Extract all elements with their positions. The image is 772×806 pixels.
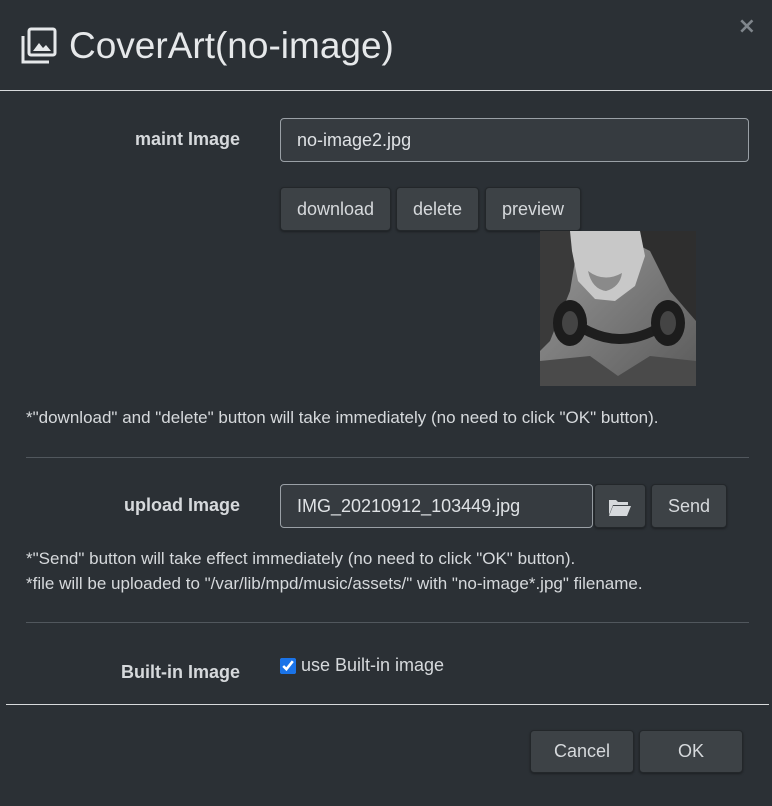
cover-preview-image <box>540 231 696 386</box>
maint-image-label: maint Image <box>134 129 240 149</box>
builtin-image-checkbox-label[interactable]: use Built-in image <box>301 655 444 676</box>
builtin-image-checkbox[interactable] <box>280 657 296 674</box>
builtin-image-label: Built-in Image <box>120 662 240 682</box>
upload-image-input[interactable] <box>280 484 593 528</box>
download-button[interactable]: download <box>280 187 391 231</box>
builtin-image-option[interactable]: use Built-in image <box>280 655 444 676</box>
dialog-header: CoverArt(no-image) × <box>0 0 772 91</box>
upload-note-path: *file will be uploaded to "/var/lib/mpd/… <box>26 574 643 593</box>
upload-image-label: upload Image <box>123 495 240 515</box>
footer-divider <box>6 704 769 705</box>
section-divider <box>26 457 749 458</box>
image-gallery-icon <box>21 27 57 64</box>
upload-note-send: *"Send" button will take effect immediat… <box>26 549 576 568</box>
delete-button[interactable]: delete <box>396 187 479 231</box>
ok-button[interactable]: OK <box>639 730 743 773</box>
preview-button[interactable]: preview <box>485 187 581 231</box>
close-button[interactable]: × <box>738 16 756 38</box>
dialog-title: CoverArt(no-image) <box>69 25 394 66</box>
folder-open-icon <box>609 499 631 516</box>
send-button[interactable]: Send <box>651 484 727 528</box>
maint-image-input[interactable] <box>280 118 749 162</box>
coverart-dialog: CoverArt(no-image) × maint Image downloa… <box>0 0 772 806</box>
cancel-button[interactable]: Cancel <box>530 730 634 773</box>
maint-note: *"download" and "delete" button will tak… <box>26 408 659 427</box>
section-divider <box>26 622 749 623</box>
browse-button[interactable] <box>594 484 646 528</box>
cover-preview-graphic <box>540 231 696 386</box>
